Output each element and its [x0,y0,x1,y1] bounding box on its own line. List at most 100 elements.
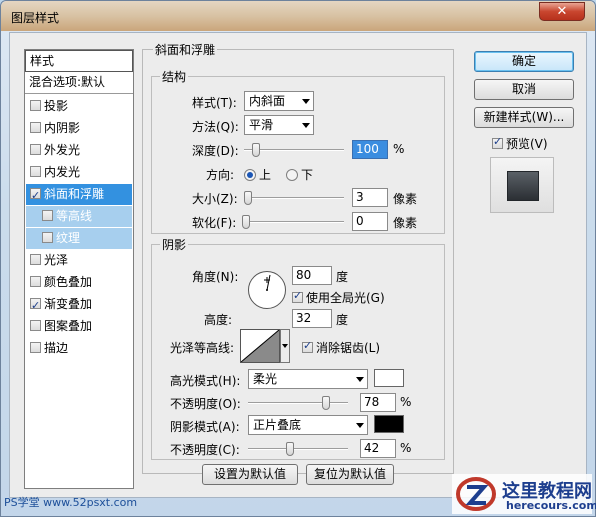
soften-slider-thumb[interactable] [242,215,250,229]
style-select[interactable]: 内斜面 [244,91,314,111]
shadow-opacity-unit: % [400,441,412,455]
herecours-logo-icon [456,477,496,511]
cancel-button[interactable]: 取消 [474,79,574,100]
angle-input[interactable]: 80 [292,266,332,285]
shadow-opacity-thumb[interactable] [286,442,294,456]
sidebar-item-inner-glow[interactable]: 内发光 [26,162,132,183]
direction-label: 方向: [206,168,235,182]
shadow-opacity-input[interactable]: 42 [360,439,396,458]
style-label: 样式(T): [192,96,237,110]
sidebar-item-bevel-emboss[interactable]: 斜面和浮雕 [26,184,132,206]
sidebar-item-label: 图案叠加 [44,319,93,333]
watermark-right: 这里教程网 herecours.com [452,474,596,514]
soften-input[interactable]: 0 [352,212,388,231]
direction-down-label: 下 [301,168,314,182]
style-list-header[interactable]: 样式 [25,50,133,72]
radio-icon[interactable] [286,169,298,181]
window-title: 图层样式 [11,11,60,25]
reset-default-button[interactable]: 复位为默认值 [306,464,394,485]
sidebar-item-label: 斜面和浮雕 [44,187,105,201]
method-select[interactable]: 平滑 [244,115,314,135]
size-input[interactable]: 3 [352,188,388,207]
preview-swatch [507,171,539,201]
sidebar-item-pattern-overlay[interactable]: 图案叠加 [26,316,132,337]
structure-group: 结构 样式(T): 内斜面 方法(Q): 平滑 深度(D): 100 % 方向:… [151,68,445,234]
title-bar[interactable]: 图层样式 ✕ [1,1,595,31]
set-default-button[interactable]: 设置为默认值 [202,464,298,485]
shadow-opacity-slider[interactable] [248,442,348,456]
soften-unit: 像素 [393,216,418,230]
highlight-color-swatch[interactable] [374,369,404,387]
dropdown-arrow-icon [282,344,288,348]
shadow-color-swatch[interactable] [374,415,404,433]
direction-down-option[interactable]: 下 [286,166,313,183]
sidebar-item-drop-shadow[interactable]: 投影 [26,96,132,117]
checkbox-icon[interactable] [30,100,41,111]
highlight-opacity-input[interactable]: 78 [360,393,396,412]
highlight-mode-value: 柔光 [253,372,278,386]
depth-slider-thumb[interactable] [252,143,260,157]
highlight-opacity-label: 不透明度(O): [170,397,241,411]
checkbox-icon[interactable] [30,122,41,133]
checkbox-icon[interactable] [42,210,53,221]
altitude-unit: 度 [336,313,349,327]
sidebar-item-label: 颜色叠加 [44,275,93,289]
sidebar-item-stroke[interactable]: 描边 [26,338,132,359]
checkbox-icon[interactable] [30,144,41,155]
checkbox-checked-icon[interactable] [30,185,41,206]
sidebar-item-satin[interactable]: 光泽 [26,250,132,271]
sidebar-item-outer-glow[interactable]: 外发光 [26,140,132,161]
size-slider[interactable] [244,191,344,205]
soften-slider[interactable] [242,215,344,229]
checkbox-checked-icon[interactable] [302,339,313,353]
direction-up-option[interactable]: 上 [244,166,271,183]
size-slider-thumb[interactable] [244,191,252,205]
depth-input[interactable]: 100 [352,140,388,159]
global-light-option[interactable]: 使用全局光(G) [292,289,385,306]
checkbox-checked-icon[interactable] [492,135,503,149]
checkbox-icon[interactable] [30,342,41,353]
blend-options-item[interactable]: 混合选项:默认 [25,72,133,94]
sidebar-item-texture[interactable]: 纹理 [26,228,132,249]
checkbox-checked-icon[interactable] [292,289,303,303]
sidebar-item-contour[interactable]: 等高线 [26,206,132,227]
radio-selected-icon[interactable] [244,169,256,181]
sidebar-item-color-overlay[interactable]: 颜色叠加 [26,272,132,293]
depth-slider[interactable] [244,143,344,157]
ok-button[interactable]: 确定 [474,51,574,72]
gloss-contour-label: 光泽等高线: [170,341,235,355]
dialog-client: 样式 混合选项:默认 投影 内阴影 外发光 内发光 斜面和浮雕 等高线 纹理 [9,32,587,498]
highlight-opacity-slider[interactable] [248,396,348,410]
checkbox-checked-icon[interactable] [30,295,41,316]
dropdown-arrow-icon [356,377,364,382]
sidebar-item-inner-shadow[interactable]: 内阴影 [26,118,132,139]
checkbox-icon[interactable] [30,320,41,331]
checkbox-icon[interactable] [30,254,41,265]
style-list: 样式 混合选项:默认 投影 内阴影 外发光 内发光 斜面和浮雕 等高线 纹理 [24,49,134,489]
shadow-mode-select[interactable]: 正片叠底 [248,415,368,435]
gloss-contour-preview[interactable] [240,329,280,363]
preview-option[interactable]: 预览(V) [492,135,548,152]
method-label: 方法(Q): [192,120,239,134]
new-style-button[interactable]: 新建样式(W)... [474,107,574,128]
shading-group: 阴影 角度(N): 80 度 使用全局光(G) 高度: 32 [151,236,445,460]
close-button[interactable]: ✕ [539,2,585,21]
style-preview [490,157,554,213]
sidebar-item-gradient-overlay[interactable]: 渐变叠加 [26,294,132,316]
method-select-value: 平滑 [249,118,274,132]
structure-title: 结构 [160,68,189,85]
contour-curve-icon [240,329,280,363]
altitude-input[interactable]: 32 [292,309,332,328]
dropdown-arrow-icon [302,123,310,128]
highlight-mode-select[interactable]: 柔光 [248,369,368,389]
checkbox-icon[interactable] [30,276,41,287]
sidebar-item-label: 内发光 [44,165,81,179]
checkbox-icon[interactable] [30,166,41,177]
sidebar-item-label: 投影 [44,99,69,113]
highlight-opacity-thumb[interactable] [322,396,330,410]
angle-dial[interactable] [248,271,286,309]
antialias-option[interactable]: 消除锯齿(L) [302,339,380,356]
checkbox-icon[interactable] [42,232,53,243]
direction-up-label: 上 [259,168,272,182]
gloss-contour-dropdown[interactable] [280,329,290,363]
